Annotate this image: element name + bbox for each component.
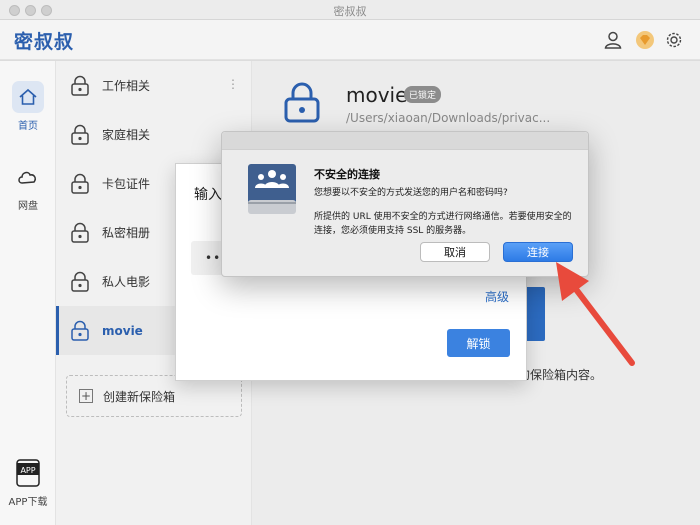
plus-icon: + xyxy=(79,389,93,403)
insecure-connection-alert: 不安全的连接 您想要以不安全的方式发送您的用户名和密码吗? 所提供的 URL 使… xyxy=(221,131,589,277)
vault-name: 工作相关 xyxy=(102,79,151,93)
network-drive-icon xyxy=(248,164,296,214)
lock-icon xyxy=(284,82,320,123)
vault-name: 私人电影 xyxy=(102,275,151,289)
status-badge: 已锁定 xyxy=(404,86,442,103)
lock-icon xyxy=(71,75,89,96)
user-icon[interactable] xyxy=(603,30,623,50)
rail-label-app-download: APP下载 xyxy=(8,497,48,508)
rail-label-cloud: 网盘 xyxy=(18,201,38,212)
alert-message: 您想要以不安全的方式发送您的用户名和密码吗? xyxy=(314,188,508,198)
lock-icon xyxy=(71,320,89,341)
home-icon xyxy=(12,81,44,113)
lock-icon xyxy=(71,271,89,292)
vault-name: movie xyxy=(102,323,143,338)
lock-icon xyxy=(71,124,89,145)
vault-item[interactable]: 工作相关 ⋮ xyxy=(56,61,252,110)
alert-title: 不安全的连接 xyxy=(314,168,380,181)
left-rail: 首页 网盘 APP APP下载 xyxy=(0,61,56,525)
rail-label-home: 首页 xyxy=(18,121,38,132)
advanced-link[interactable]: 高级 xyxy=(485,288,509,305)
window-titlebar: 密叔叔 xyxy=(0,0,700,20)
more-icon[interactable]: ⋮ xyxy=(227,77,239,91)
create-vault-button[interactable]: + 创建新保险箱 xyxy=(66,375,242,417)
main-description: 的保险箱内容。 xyxy=(518,368,603,382)
diamond-icon[interactable] xyxy=(635,30,655,50)
vault-name: 私密相册 xyxy=(102,226,151,240)
vault-title: movie xyxy=(346,83,408,107)
lock-icon xyxy=(71,222,89,243)
gear-icon[interactable] xyxy=(664,30,684,50)
vault-name: 卡包证件 xyxy=(102,177,151,191)
connect-button[interactable]: 连接 xyxy=(503,242,573,262)
sheet-title: 输入 xyxy=(194,187,222,203)
create-vault-label: 创建新保险箱 xyxy=(103,389,176,404)
app-icon: APP xyxy=(12,457,44,489)
cancel-button[interactable]: 取消 xyxy=(420,242,490,262)
app-badge-text: APP xyxy=(20,466,35,475)
rail-item-home[interactable]: 首页 xyxy=(0,81,56,132)
cloud-icon xyxy=(12,161,44,193)
alert-detail: 所提供的 URL 使用不安全的方式进行网络通信。若要使用安全的连接，您必须使用支… xyxy=(314,212,572,236)
app-header: 密叔叔 xyxy=(0,20,700,60)
window-title: 密叔叔 xyxy=(333,5,367,18)
unlock-button[interactable]: 解锁 xyxy=(447,329,510,357)
rail-item-cloud[interactable]: 网盘 xyxy=(0,161,56,212)
vault-path: /Users/xiaoan/Downloads/privac... xyxy=(346,111,551,125)
lock-icon xyxy=(71,173,89,194)
vault-name: 家庭相关 xyxy=(102,128,151,142)
rail-item-app-download[interactable]: APP APP下载 xyxy=(0,457,56,508)
alert-top-band xyxy=(222,132,588,150)
app-brand: 密叔叔 xyxy=(14,31,75,53)
